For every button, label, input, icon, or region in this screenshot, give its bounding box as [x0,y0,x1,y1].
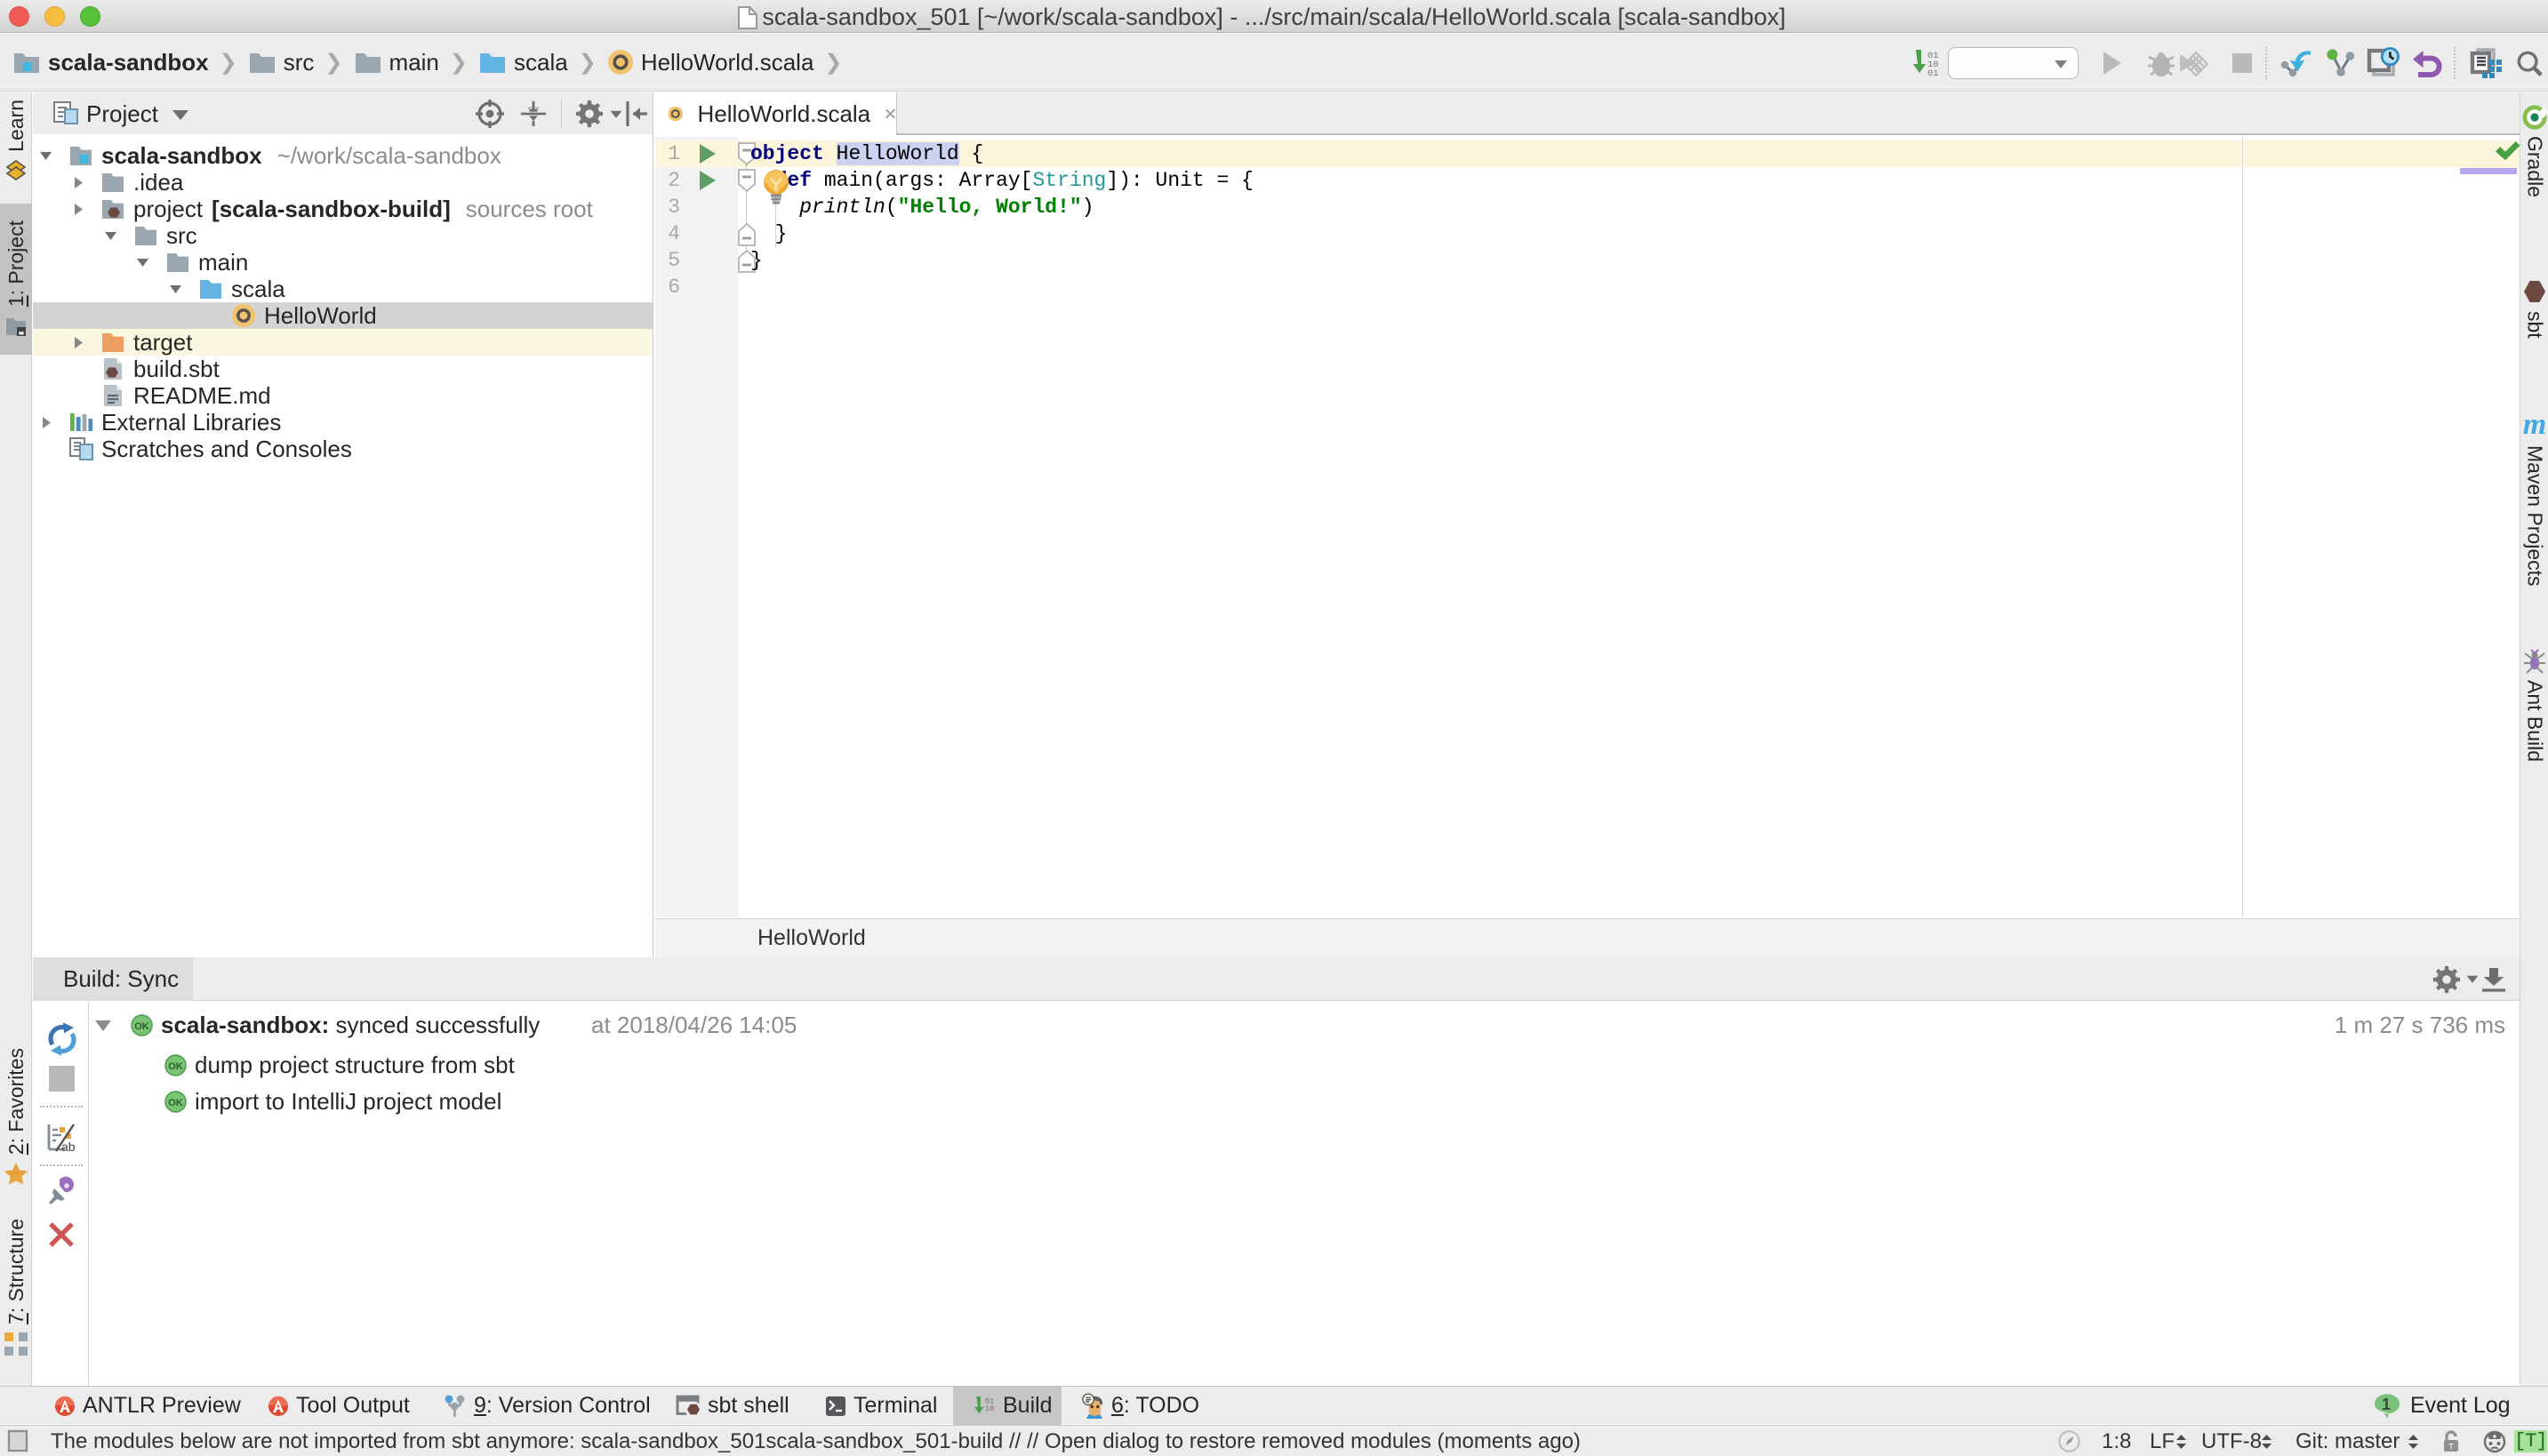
svg-text:OK: OK [168,1098,183,1108]
svg-text:OK: OK [168,1061,183,1072]
svg-text:01: 01 [1927,68,1938,79]
svg-text:ab: ab [61,1140,76,1153]
svg-text:T: T [2448,1443,2454,1452]
svg-text:1: 1 [2382,1396,2391,1413]
svg-text:10: 10 [985,1404,994,1413]
svg-text:OK: OK [134,1021,149,1032]
